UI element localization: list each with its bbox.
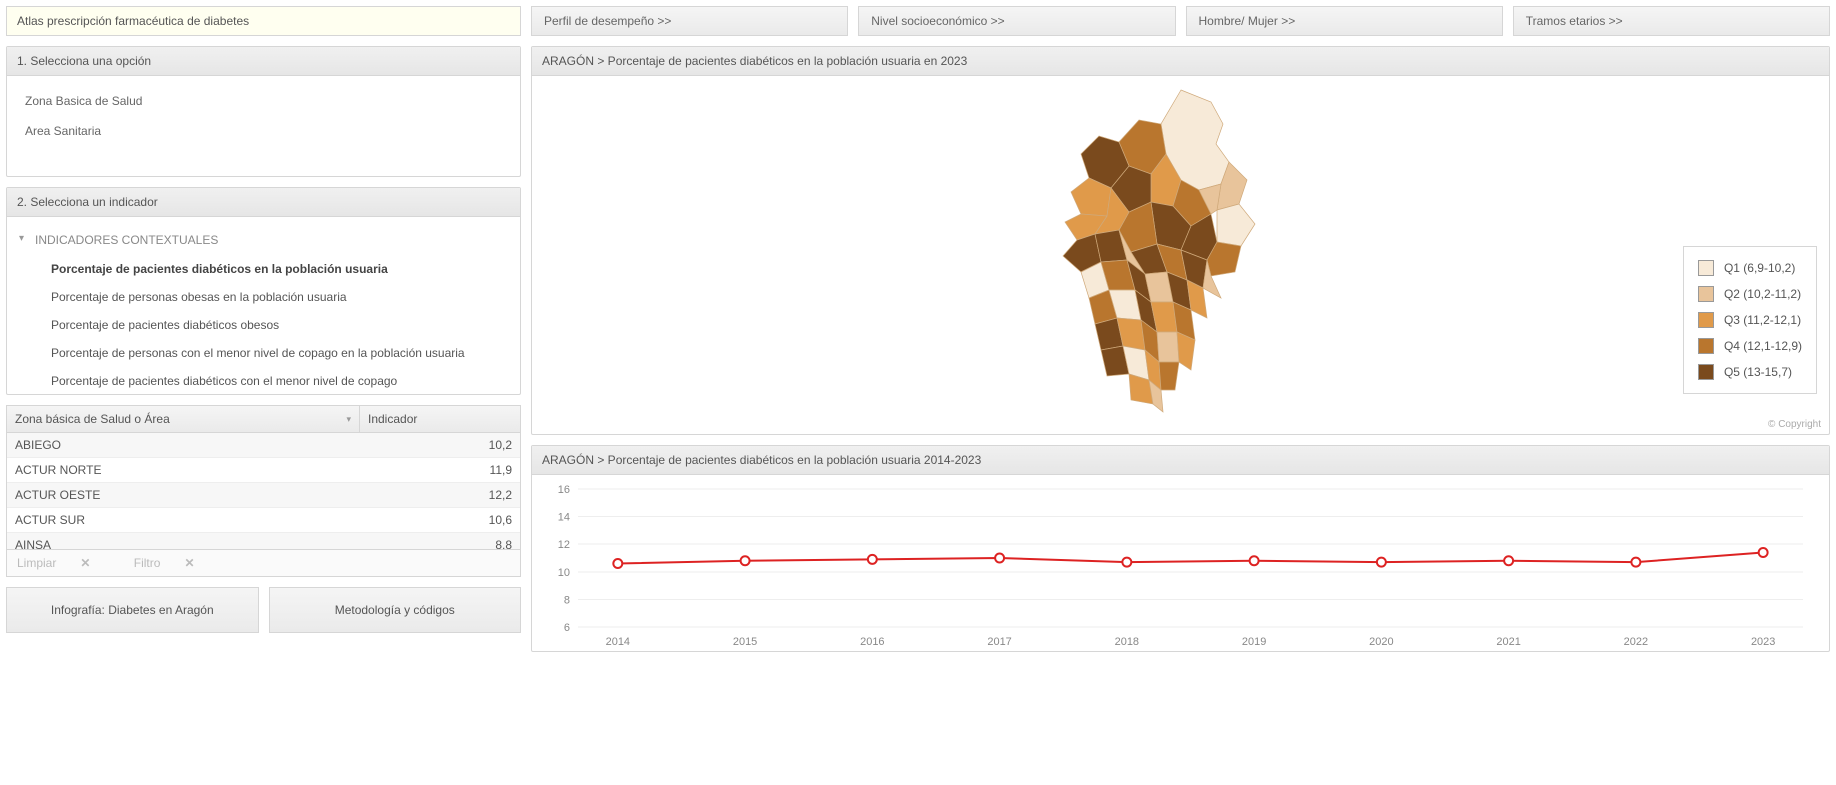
choropleth-map[interactable] — [1011, 84, 1351, 427]
indicator-item[interactable]: Porcentaje de personas obesas en la pobl… — [15, 283, 512, 311]
filter-button[interactable]: Filtro✕ — [134, 556, 215, 570]
tab-nivel-socioeconomico[interactable]: Nivel socioeconómico >> — [858, 6, 1175, 36]
infografia-button[interactable]: Infografía: Diabetes en Aragón — [6, 587, 259, 633]
legend-item: Q2 (10,2-11,2) — [1698, 281, 1802, 307]
table-row[interactable]: ACTUR NORTE11,9 — [7, 458, 520, 483]
metodologia-button[interactable]: Metodología y códigos — [269, 587, 522, 633]
legend-swatch — [1698, 364, 1714, 380]
table-footer: Limpiar✕ Filtro✕ — [7, 549, 520, 576]
table-row[interactable]: AINSA8,8 — [7, 533, 520, 549]
value-cell: 10,6 — [360, 508, 520, 533]
svg-text:2018: 2018 — [1115, 636, 1139, 648]
indicator-item[interactable]: Porcentaje de pacientes diabéticos con e… — [15, 367, 512, 394]
svg-text:2016: 2016 — [860, 636, 884, 648]
svg-text:12: 12 — [558, 539, 570, 551]
zone-indicator-table: Zona básica de Salud o Área ▾ Indicador … — [6, 405, 521, 577]
clear-button[interactable]: Limpiar✕ — [17, 556, 110, 570]
map-panel: ARAGÓN > Porcentaje de pacientes diabéti… — [531, 46, 1830, 435]
svg-text:2020: 2020 — [1369, 636, 1393, 648]
indicator-item[interactable]: Porcentaje de personas con el menor nive… — [15, 339, 512, 367]
chart-title: ARAGÓN > Porcentaje de pacientes diabéti… — [532, 446, 1829, 475]
value-cell: 10,2 — [360, 433, 520, 458]
sort-caret-icon[interactable]: ▾ — [346, 414, 351, 425]
indicator-item[interactable]: Porcentaje de pacientes diabéticos obeso… — [15, 311, 512, 339]
svg-text:8: 8 — [564, 594, 570, 606]
section2-header: 2. Selecciona un indicador — [7, 188, 520, 217]
map-legend: Q1 (6,9-10,2) Q2 (10,2-11,2) Q3 (11,2-12,1… — [1683, 246, 1817, 394]
indicator-tree[interactable]: INDICADORES CONTEXTUALES Porcentaje de p… — [7, 217, 520, 394]
trend-line-chart[interactable]: 6 8 10 12 14 16 2014 2015 2016 2017 2018 2019 2020 20… — [542, 483, 1819, 651]
col-header-indicator[interactable]: Indicador — [360, 406, 520, 433]
map-title: ARAGÓN > Porcentaje de pacientes diabéti… — [532, 47, 1829, 76]
zone-cell: ABIEGO — [7, 433, 360, 458]
tab-hombre-mujer[interactable]: Hombre/ Mujer >> — [1186, 6, 1503, 36]
legend-swatch — [1698, 312, 1714, 328]
svg-text:2017: 2017 — [987, 636, 1011, 648]
legend-swatch — [1698, 260, 1714, 276]
close-icon: ✕ — [184, 556, 194, 570]
app-title: Atlas prescripción farmacéutica de diabe… — [6, 6, 521, 36]
value-cell: 12,2 — [360, 483, 520, 508]
svg-text:6: 6 — [564, 622, 570, 634]
table-body[interactable]: ABIEGO10,2ACTUR NORTE11,9ACTUR OESTE12,2… — [7, 433, 520, 549]
section-select-indicator: 2. Selecciona un indicador INDICADORES C… — [6, 187, 521, 395]
svg-text:2015: 2015 — [733, 636, 757, 648]
col-header-zone-label: Zona básica de Salud o Área — [15, 412, 170, 426]
col-header-zone[interactable]: Zona básica de Salud o Área ▾ — [7, 406, 360, 433]
option-list: Zona Basica de Salud Area Sanitaria — [7, 76, 520, 176]
legend-item: Q5 (13-15,7) — [1698, 359, 1802, 385]
table-row[interactable]: ABIEGO10,2 — [7, 433, 520, 458]
svg-text:14: 14 — [558, 512, 570, 524]
svg-text:2021: 2021 — [1496, 636, 1520, 648]
legend-swatch — [1698, 338, 1714, 354]
section-select-option: 1. Selecciona una opción Zona Basica de … — [6, 46, 521, 177]
svg-text:2019: 2019 — [1242, 636, 1266, 648]
legend-item: Q3 (11,2-12,1) — [1698, 307, 1802, 333]
copyright-label: © Copyright — [1768, 419, 1821, 430]
legend-label: Q1 (6,9-10,2) — [1724, 261, 1795, 275]
legend-item: Q4 (12,1-12,9) — [1698, 333, 1802, 359]
option-area-sanitaria[interactable]: Area Sanitaria — [7, 116, 520, 146]
svg-text:2023: 2023 — [1751, 636, 1775, 648]
legend-item: Q1 (6,9-10,2) — [1698, 255, 1802, 281]
value-cell: 8,8 — [360, 533, 520, 549]
zone-cell: AINSA — [7, 533, 360, 549]
legend-label: Q5 (13-15,7) — [1724, 365, 1792, 379]
table-row[interactable]: ACTUR OESTE12,2 — [7, 483, 520, 508]
svg-text:10: 10 — [558, 567, 570, 579]
close-icon: ✕ — [80, 556, 90, 570]
zone-cell: ACTUR SUR — [7, 508, 360, 533]
legend-swatch — [1698, 286, 1714, 302]
tree-group[interactable]: INDICADORES CONTEXTUALES — [15, 229, 512, 255]
legend-label: Q3 (11,2-12,1) — [1724, 313, 1801, 327]
legend-label: Q4 (12,1-12,9) — [1724, 339, 1802, 353]
legend-label: Q2 (10,2-11,2) — [1724, 287, 1801, 301]
indicator-item[interactable]: Porcentaje de pacientes diabéticos en la… — [15, 255, 512, 283]
tab-perfil-desempeno[interactable]: Perfil de desempeño >> — [531, 6, 848, 36]
svg-text:16: 16 — [558, 484, 570, 496]
svg-text:2014: 2014 — [606, 636, 630, 648]
value-cell: 11,9 — [360, 458, 520, 483]
table-row[interactable]: ACTUR SUR10,6 — [7, 508, 520, 533]
zone-cell: ACTUR NORTE — [7, 458, 360, 483]
tab-tramos-etarios[interactable]: Tramos etarios >> — [1513, 6, 1830, 36]
svg-text:2022: 2022 — [1624, 636, 1648, 648]
section1-header: 1. Selecciona una opción — [7, 47, 520, 76]
zone-cell: ACTUR OESTE — [7, 483, 360, 508]
option-zona-basica[interactable]: Zona Basica de Salud — [7, 86, 520, 116]
trend-chart-panel: ARAGÓN > Porcentaje de pacientes diabéti… — [531, 445, 1830, 652]
